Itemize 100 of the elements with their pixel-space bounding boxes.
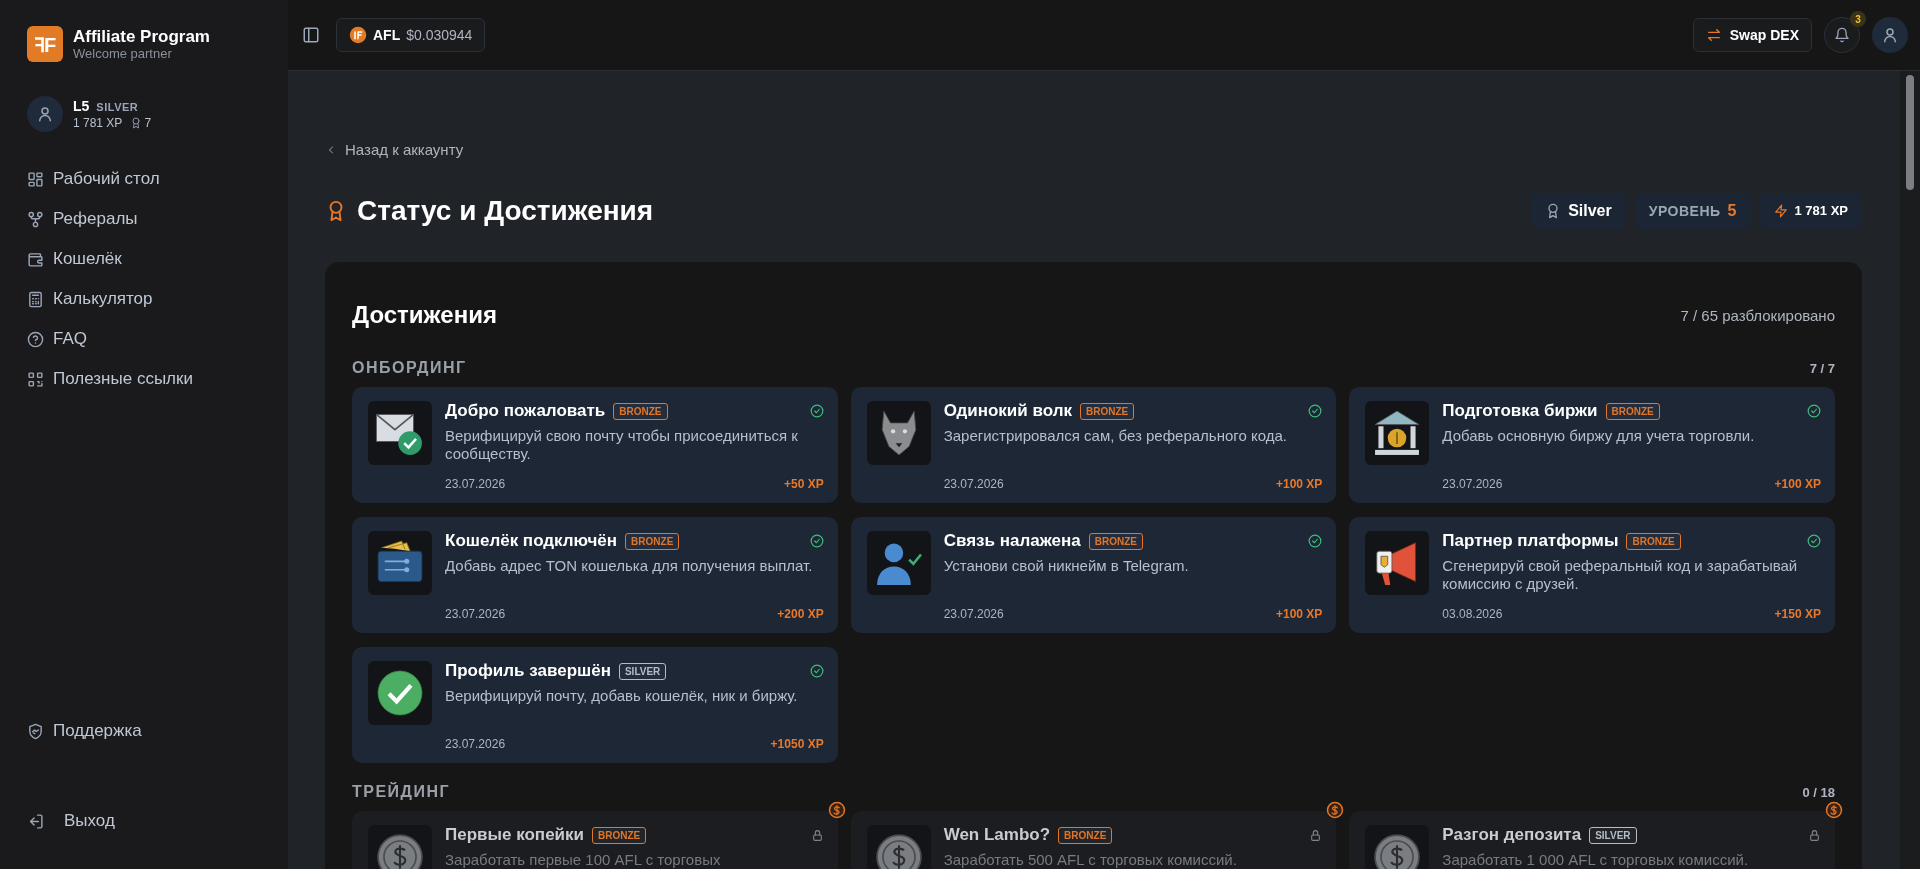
achievement-date: 23.07.2026 bbox=[445, 607, 506, 622]
token-logo-icon bbox=[349, 26, 367, 44]
achievement-description: Добавь адрес TON кошелька для получения выплат. bbox=[445, 557, 814, 576]
lightning-icon bbox=[1773, 203, 1788, 218]
achievement-title: Кошелёк подключён bbox=[445, 531, 618, 552]
nav-label: Полезные ссылки bbox=[53, 369, 193, 389]
achievement-title: Добро пожаловать bbox=[445, 401, 606, 422]
achievement-title: Одинокий волк bbox=[943, 401, 1072, 422]
level-value: 5 bbox=[1727, 201, 1737, 220]
back-link[interactable]: Назад к аккаунту bbox=[325, 141, 464, 158]
bell-icon bbox=[1834, 27, 1850, 43]
achievement-date: 23.07.2026 bbox=[943, 477, 1004, 492]
tier-tag: BRONZE bbox=[613, 402, 668, 420]
xp-reward: +150 XP bbox=[1774, 607, 1821, 622]
dollar-coin-icon bbox=[827, 801, 846, 820]
tier-tag: SILVER bbox=[1589, 826, 1637, 844]
app-title: Affiliate Program bbox=[73, 27, 210, 47]
page-title: Статус и Достижения bbox=[357, 194, 654, 227]
achievement-description: Добавь основную биржу для учета торговли. bbox=[1442, 427, 1756, 446]
section-title: Достижения bbox=[352, 301, 497, 330]
user-level: L5 bbox=[73, 98, 90, 114]
notifications-button[interactable] bbox=[1824, 17, 1860, 53]
logout-icon bbox=[27, 812, 44, 830]
qr-code-icon bbox=[27, 370, 44, 388]
tier-tag: BRONZE bbox=[625, 532, 680, 550]
achievement-title: Профиль завершён bbox=[445, 661, 611, 682]
question-icon bbox=[27, 330, 44, 348]
xp-reward: +200 XP bbox=[777, 607, 824, 622]
tier-name: Silver bbox=[1568, 201, 1612, 220]
nav-label: Кошелёк bbox=[53, 249, 122, 269]
token-price-chip[interactable]: AFL $0.030944 bbox=[336, 18, 486, 52]
tier-tag: BRONZE bbox=[1080, 402, 1135, 420]
achievement-description: Верифицируй почту, добавь кошелёк, ник и биржу. bbox=[445, 687, 799, 706]
achievement-description: Заработать 500 AFL с торговых комиссий. bbox=[943, 851, 1238, 869]
achievement-description: Заработать 1 000 AFL с торговых комиссий. bbox=[1442, 851, 1750, 869]
tier-tag: BRONZE bbox=[1058, 826, 1113, 844]
achievement-date: 23.07.2026 bbox=[445, 737, 506, 752]
user-icon bbox=[36, 105, 54, 123]
achievement-description: Установи свой никнейм в Telegram. bbox=[943, 557, 1190, 576]
tier-tag: BRONZE bbox=[1626, 532, 1681, 550]
category-count: 0 / 18 bbox=[1802, 784, 1835, 800]
support-link[interactable]: Поддержка bbox=[53, 721, 142, 741]
tier-tag: BRONZE bbox=[592, 826, 647, 844]
unlocked-summary: 7 / 65 разблокировано bbox=[1680, 306, 1835, 324]
dollar-coin-icon bbox=[1326, 801, 1345, 820]
category-count: 7 / 7 bbox=[1809, 360, 1835, 376]
nav-label: Рефералы bbox=[53, 209, 138, 229]
achievement-title: Подготовка биржи bbox=[1442, 401, 1598, 422]
achievement-description: Заработать первые 100 AFL с торговых bbox=[445, 851, 722, 869]
achievement-title: Связь налажена bbox=[943, 531, 1081, 552]
nav-item[interactable]: Рабочий стол bbox=[27, 164, 261, 194]
badge-count-value: 7 bbox=[144, 116, 152, 130]
tier-tag: SILVER bbox=[618, 662, 667, 680]
profile-button[interactable] bbox=[1872, 17, 1908, 53]
calculator-icon bbox=[27, 290, 44, 308]
achievement-date: 23.07.2026 bbox=[1442, 477, 1503, 492]
xp-value: 1 781 XP bbox=[1794, 203, 1848, 219]
app-subtitle: Welcome partner bbox=[73, 46, 173, 61]
sidebar-icon bbox=[302, 26, 320, 44]
nav-item[interactable]: FAQ bbox=[27, 324, 261, 354]
achievement-title: Первые копейки bbox=[445, 825, 584, 846]
scrollbar[interactable] bbox=[1900, 71, 1920, 869]
user-icon bbox=[1881, 26, 1899, 44]
xp-reward: +100 XP bbox=[1275, 477, 1323, 492]
user-xp: 1 781 XP bbox=[73, 116, 123, 130]
medal-icon bbox=[130, 117, 143, 129]
category-title: ОНБОРДИНГ bbox=[352, 359, 467, 378]
tier-tag: BRONZE bbox=[1088, 532, 1143, 550]
achievement-description: Верифицируй свою почту чтобы присоединиться к сообществу. bbox=[445, 427, 799, 464]
nav-item[interactable]: Калькулятор bbox=[27, 284, 261, 314]
nav-label: Рабочий стол bbox=[53, 169, 160, 189]
scrollbar-thumb[interactable] bbox=[1906, 75, 1914, 190]
dollar-coin-icon bbox=[1825, 801, 1843, 820]
network-icon bbox=[27, 210, 44, 228]
achievement-description: Сгенерируй свой реферальный код и зарабатывай комиссию с друзей. bbox=[1442, 557, 1799, 594]
category-title: ТРЕЙДИНГ bbox=[352, 783, 451, 802]
token-name: AFL bbox=[373, 27, 401, 43]
swap-arrows-icon bbox=[1705, 27, 1722, 43]
logo-icon: ꟻF bbox=[27, 26, 63, 62]
nav-item[interactable]: Кошелёк bbox=[27, 244, 261, 274]
xp-reward: +100 XP bbox=[1774, 477, 1821, 492]
nav-item[interactable]: Рефералы bbox=[27, 204, 261, 234]
achievement-title: Партнер платформы bbox=[1442, 531, 1619, 552]
nav-item[interactable]: Полезные ссылки bbox=[27, 364, 261, 394]
nav-label: Калькулятор bbox=[53, 289, 153, 309]
token-price: $0.030944 bbox=[406, 27, 473, 43]
achievement-date: 23.07.2026 bbox=[445, 477, 506, 492]
achievement-description: Зарегистрировался сам, без реферального кода. bbox=[943, 427, 1288, 446]
nav-label: FAQ bbox=[53, 329, 87, 349]
grid-icon bbox=[27, 170, 44, 188]
achievement-title: Wen Lambo? bbox=[943, 825, 1051, 846]
xp-reward: +1050 XP bbox=[770, 737, 824, 752]
tier-tag: BRONZE bbox=[1605, 402, 1660, 420]
rank-label: SILVER bbox=[96, 101, 139, 113]
wallet-icon bbox=[27, 250, 44, 268]
logout-link[interactable]: Выход bbox=[64, 811, 115, 831]
achievement-date: 23.07.2026 bbox=[943, 607, 1004, 622]
achievement-title: Разгон депозита bbox=[1442, 825, 1582, 846]
achievement-date: 03.08.2026 bbox=[1442, 607, 1503, 622]
swap-dex-button[interactable]: Swap DEX bbox=[1692, 18, 1812, 52]
